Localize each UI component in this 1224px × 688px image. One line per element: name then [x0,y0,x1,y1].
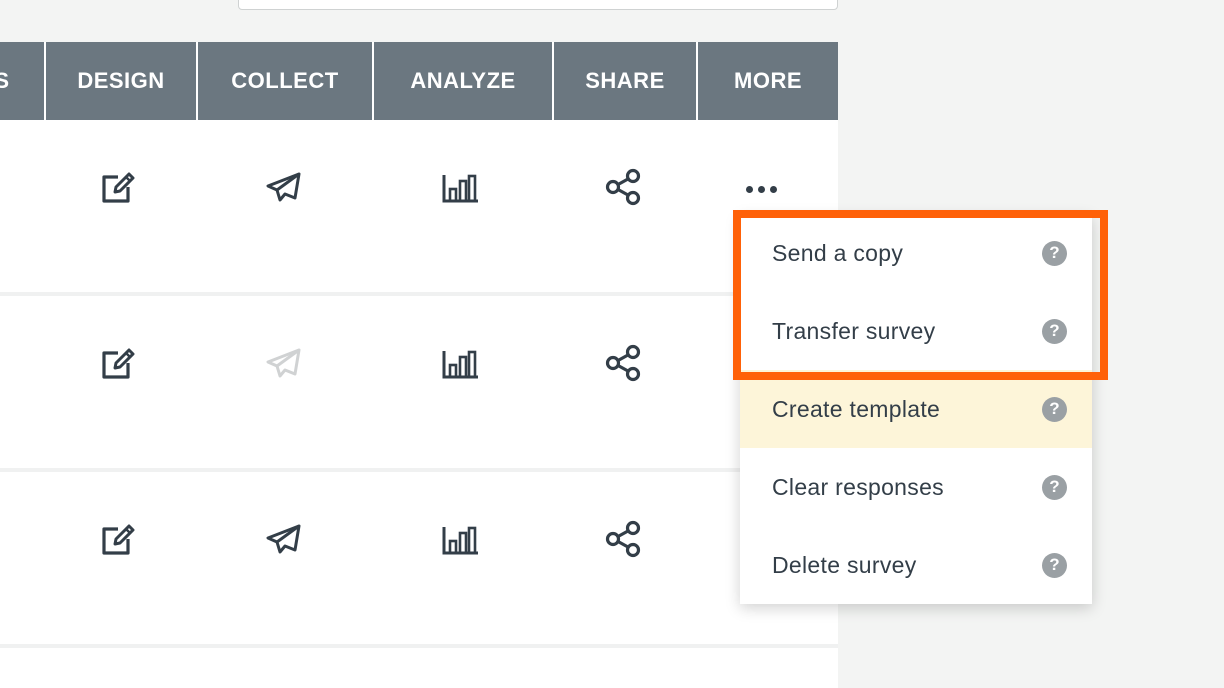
dot [758,186,765,193]
analyze-chart-icon[interactable] [436,339,484,387]
share-icon[interactable] [599,339,647,387]
help-icon[interactable]: ? [1042,396,1067,422]
menu-item-label: Create template [772,395,941,422]
menu-item-label: Send a copy [772,239,904,266]
tab-collect[interactable]: COLLECT [198,42,372,120]
menu-item-label: Clear responses [772,473,944,500]
tab-design[interactable]: DESIGN [46,42,196,120]
more-dropdown-menu: Send a copy ? Transfer survey ? Create t… [740,214,1092,604]
dot [746,186,753,193]
tab-label: SHARE [585,68,665,93]
help-icon[interactable]: ? [1042,552,1067,578]
analyze-chart-icon[interactable] [436,163,484,211]
survey-row [0,296,838,464]
menu-item-label: Transfer survey [772,317,936,344]
send-icon[interactable] [259,163,307,211]
search-input[interactable] [238,0,838,10]
help-icon[interactable]: ? [1042,474,1067,500]
tab-analyze[interactable]: ANALYZE [374,42,552,120]
survey-row [0,120,838,288]
tab-more[interactable]: MORE [698,42,838,120]
tab-partial[interactable]: S [0,42,44,120]
tab-share[interactable]: SHARE [554,42,696,120]
menu-item-transfer-survey[interactable]: Transfer survey ? [740,292,1092,370]
tab-label: COLLECT [231,68,339,93]
menu-item-clear-responses[interactable]: Clear responses ? [740,448,1092,526]
tab-label: MORE [734,68,802,93]
menu-item-delete-survey[interactable]: Delete survey ? [740,526,1092,604]
send-icon[interactable] [259,515,307,563]
help-icon[interactable]: ? [1042,318,1067,344]
menu-item-label: Delete survey [772,551,917,578]
row-divider [0,644,838,648]
help-icon[interactable]: ? [1042,240,1067,266]
tab-label: ANALYZE [410,68,516,93]
tab-label: S [0,68,10,93]
survey-row [0,472,838,640]
tab-label: DESIGN [77,68,165,93]
analyze-chart-icon[interactable] [436,515,484,563]
menu-item-send-a-copy[interactable]: Send a copy ? [740,214,1092,292]
dot [770,186,777,193]
more-icon[interactable] [746,186,777,193]
edit-icon[interactable] [94,339,142,387]
share-icon[interactable] [599,163,647,211]
share-icon[interactable] [599,515,647,563]
send-icon-disabled [259,339,307,387]
edit-icon[interactable] [94,515,142,563]
edit-icon[interactable] [94,163,142,211]
menu-item-create-template[interactable]: Create template ? [740,370,1092,448]
column-header-bar: S DESIGN COLLECT ANALYZE SHARE MORE [0,42,838,120]
